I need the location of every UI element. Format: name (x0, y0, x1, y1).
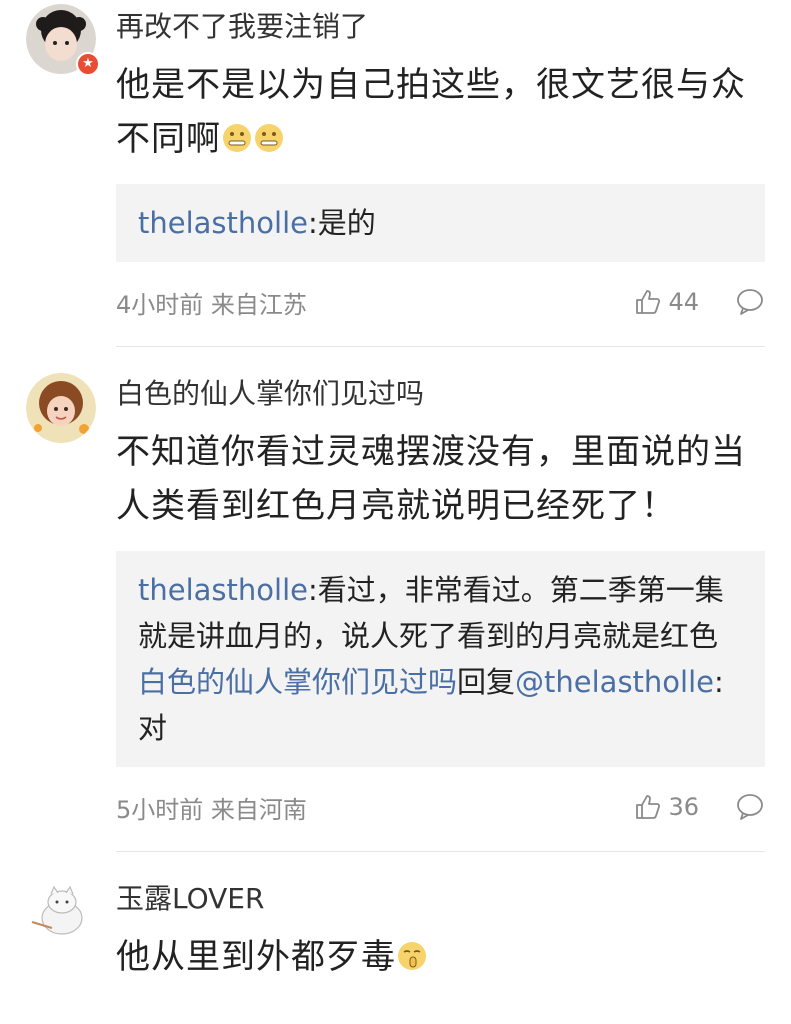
comment-bubble-icon (737, 289, 763, 315)
reply: thelastholle:是的 (138, 206, 376, 240)
like-count: 36 (668, 793, 699, 821)
comment-bubble-icon (737, 794, 763, 820)
reply-box[interactable]: thelastholle:是的 (116, 184, 765, 262)
divider (116, 851, 765, 852)
avatar[interactable] (26, 373, 96, 443)
username[interactable]: 白色的仙人掌你们见过吗 (116, 373, 765, 415)
like-count: 44 (668, 288, 699, 316)
comment-3: 玉露LOVER 他从里到外都歹毒 (0, 878, 791, 984)
reply-target-link[interactable]: @thelastholle (515, 665, 714, 699)
reply-user-link[interactable]: thelastholle (138, 206, 308, 240)
username[interactable]: 再改不了我要注销了 (116, 6, 765, 48)
reply: 白色的仙人掌你们见过吗回复@thelastholle:对 (138, 665, 724, 745)
reply-user-link[interactable]: thelastholle (138, 573, 308, 607)
username[interactable]: 玉露LOVER (116, 878, 765, 920)
shush-emoji-icon (398, 942, 426, 970)
comment-meta: 4小时前 来自江苏 44 (116, 282, 765, 322)
avatar[interactable] (26, 878, 96, 948)
reply-button[interactable] (735, 793, 765, 821)
thumbs-up-icon (636, 290, 661, 314)
star-badge-icon: ★ (76, 52, 100, 76)
divider (116, 346, 765, 347)
like-button[interactable]: 36 (634, 793, 699, 821)
timestamp-location: 4小时前 来自江苏 (116, 290, 307, 319)
avatar[interactable]: ★ (26, 4, 100, 76)
comment-1: ★ 再改不了我要注销了 他是不是以为自己拍这些，很文艺很与众不同啊 thelas… (0, 0, 791, 347)
avatar-image (26, 878, 96, 948)
comment-content: 他从里到外都歹毒 (116, 930, 765, 984)
reply-box[interactable]: thelastholle:看过，非常看过。第二季第一集就是讲血月的，说人死了看到… (116, 551, 765, 767)
mouth-zipped-emoji-icon (255, 124, 283, 152)
reply-button[interactable] (735, 288, 765, 316)
comment-content: 他是不是以为自己拍这些，很文艺很与众不同啊 (116, 65, 746, 159)
like-button[interactable]: 44 (634, 288, 699, 316)
comment-2: 白色的仙人掌你们见过吗 不知道你看过灵魂摆渡没有，里面说的当人类看到红色月亮就说… (0, 373, 791, 852)
avatar-image (26, 373, 96, 443)
timestamp-location: 5小时前 来自河南 (116, 795, 307, 824)
thumbs-up-icon (636, 795, 661, 819)
reply-user-link[interactable]: 白色的仙人掌你们见过吗 (138, 665, 457, 699)
comment-meta: 5小时前 来自河南 36 (116, 787, 765, 827)
mouth-zipped-emoji-icon (223, 124, 251, 152)
comment-content: 不知道你看过灵魂摆渡没有，里面说的当人类看到红色月亮就说明已经死了！ (116, 432, 746, 526)
reply: thelastholle:看过，非常看过。第二季第一集就是讲血月的，说人死了看到… (138, 573, 724, 653)
